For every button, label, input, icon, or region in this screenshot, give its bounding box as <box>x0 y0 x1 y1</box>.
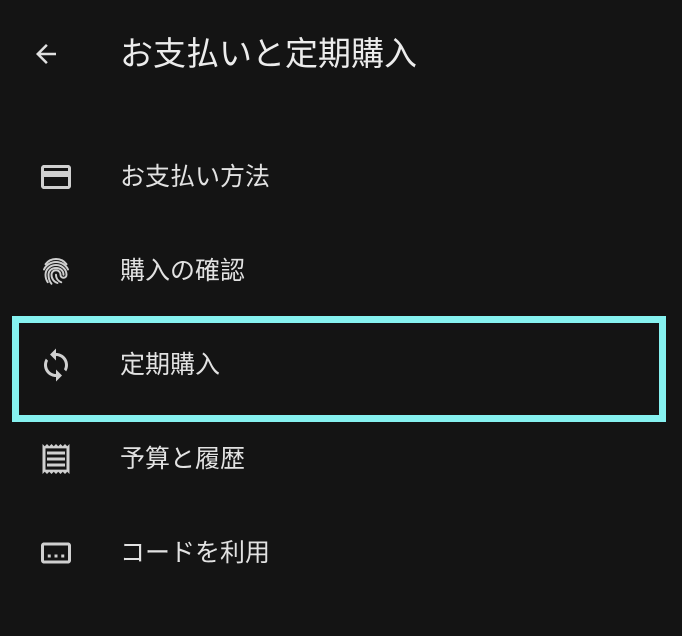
menu-item-payment-methods[interactable]: お支払い方法 <box>0 130 682 224</box>
menu-item-redeem-code[interactable]: コードを利用 <box>0 506 682 600</box>
fingerprint-icon <box>36 251 76 291</box>
menu-item-label: 予算と履歴 <box>120 444 246 473</box>
menu-item-budget-history[interactable]: 予算と履歴 <box>0 412 682 506</box>
menu-item-label: 定期購入 <box>120 350 221 379</box>
menu-item-label: コードを利用 <box>120 538 271 567</box>
menu-item-label: 購入の確認 <box>120 256 246 285</box>
receipt-icon <box>36 439 76 479</box>
back-button[interactable] <box>22 30 70 78</box>
menu-item-label: お支払い方法 <box>120 162 271 191</box>
app-bar: お支払いと定期購入 <box>0 0 682 112</box>
sync-icon <box>36 345 76 385</box>
credit-card-icon <box>36 157 76 197</box>
menu-item-purchase-verification[interactable]: 購入の確認 <box>0 224 682 318</box>
arrow-back-icon <box>36 44 56 64</box>
page-title: お支払いと定期購入 <box>120 34 417 73</box>
menu-item-subscriptions[interactable]: 定期購入 <box>0 318 682 412</box>
redeem-code-icon <box>36 533 76 573</box>
